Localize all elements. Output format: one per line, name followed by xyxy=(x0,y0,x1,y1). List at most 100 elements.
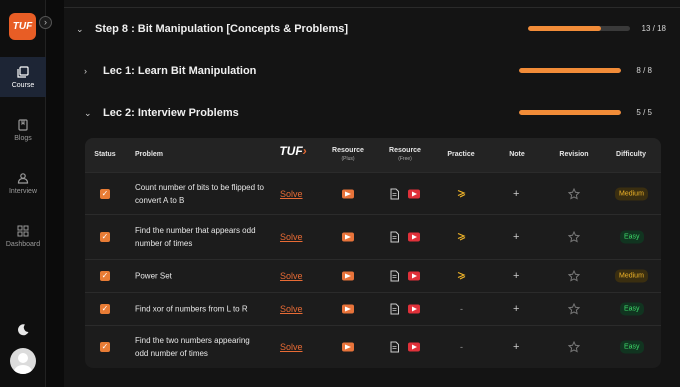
header-resource-plus: Resource (Plus) xyxy=(332,147,364,162)
practice-unavailable: - xyxy=(460,342,463,352)
lecture-progress-count: 8 / 8 xyxy=(636,66,652,75)
codestudio-practice-icon[interactable] xyxy=(457,271,466,282)
problem-name: Find xor of numbers from L to R xyxy=(135,304,248,314)
table-row: ✓ Count number of bits to be flipped to … xyxy=(85,172,661,214)
table-row: ✓ Find xor of numbers from L to R Solve … xyxy=(85,292,661,325)
lecture-title: Lec 1: Learn Bit Manipulation xyxy=(103,65,257,77)
dashboard-grid-icon xyxy=(17,225,29,236)
add-note-button[interactable]: + xyxy=(513,341,519,353)
solve-link[interactable]: Solve xyxy=(280,304,303,314)
sidebar-item-label: Course xyxy=(11,81,35,89)
step-progress-count: 13 / 18 xyxy=(641,24,666,33)
article-doc-icon[interactable] xyxy=(390,270,399,282)
status-checkbox[interactable]: ✓ xyxy=(100,304,110,314)
sidebar-item-label: Interview xyxy=(8,187,37,195)
sidebar-item-label: Blogs xyxy=(14,134,32,142)
tuf-logo[interactable]: TUF xyxy=(9,13,36,40)
tuf-brand-header: TUF› xyxy=(279,144,307,158)
sidebar-item-interview[interactable]: Interview xyxy=(0,163,46,203)
sidebar-item-dashboard[interactable]: Dashboard xyxy=(0,216,46,256)
youtube-icon[interactable] xyxy=(408,232,420,242)
youtube-icon[interactable] xyxy=(408,271,420,281)
table-row: ✓ Power Set Solve + Medium xyxy=(85,259,661,292)
star-revision-icon[interactable] xyxy=(568,270,580,282)
star-revision-icon[interactable] xyxy=(568,231,580,243)
lecture-progress-bar xyxy=(519,110,621,115)
chevron-right-icon: › xyxy=(44,17,47,27)
user-avatar-icon xyxy=(14,353,32,374)
moon-theme-toggle-icon[interactable] xyxy=(16,323,30,337)
main-content: ⌄ Step 8 : Bit Manipulation [Concepts & … xyxy=(64,0,680,387)
sidebar: TUF Course Blogs Interview Dashboard xyxy=(0,0,46,387)
lecture-title: Lec 2: Interview Problems xyxy=(103,107,239,119)
avatar[interactable] xyxy=(10,348,36,374)
book-stack-icon xyxy=(17,65,29,78)
step-header[interactable]: ⌄ Step 8 : Bit Manipulation [Concepts & … xyxy=(76,21,348,37)
solve-link[interactable]: Solve xyxy=(280,232,303,242)
problem-name: Count number of bits to be flipped to co… xyxy=(135,182,264,205)
play-video-plus-icon[interactable] xyxy=(342,304,354,314)
header-status: Status xyxy=(94,151,116,158)
solve-link[interactable]: Solve xyxy=(280,342,303,352)
interview-person-icon xyxy=(17,172,29,184)
lecture-header[interactable]: › Lec 1: Learn Bit Manipulation xyxy=(84,63,256,79)
youtube-icon[interactable] xyxy=(408,304,420,314)
status-checkbox[interactable]: ✓ xyxy=(100,188,110,199)
table-row: ✓ Find the two numbers appearing odd num… xyxy=(85,325,661,368)
article-doc-icon[interactable] xyxy=(390,188,399,199)
step-progress-bar xyxy=(528,26,630,31)
difficulty-badge: Medium xyxy=(615,187,648,200)
status-checkbox[interactable]: ✓ xyxy=(100,232,110,242)
difficulty-badge: Easy xyxy=(620,302,644,316)
header-difficulty: Difficulty xyxy=(616,151,646,158)
chevron-down-icon: ⌄ xyxy=(84,107,92,118)
difficulty-badge: Medium xyxy=(615,269,648,283)
problem-name: Power Set xyxy=(135,271,172,281)
codestudio-practice-icon[interactable] xyxy=(457,232,466,243)
add-note-button[interactable]: + xyxy=(513,270,519,282)
lecture-progress-count: 5 / 5 xyxy=(636,108,652,117)
problem-name: Find the two numbers appearing odd numbe… xyxy=(135,336,250,358)
sidebar-item-label: Dashboard xyxy=(5,240,41,248)
header-revision: Revision xyxy=(559,151,589,158)
problems-table: Status Problem TUF› Resource (Plus) Resou… xyxy=(85,138,661,368)
play-video-plus-icon[interactable] xyxy=(342,232,354,242)
codestudio-practice-icon[interactable] xyxy=(457,188,466,199)
play-video-plus-icon[interactable] xyxy=(342,189,354,198)
solve-link[interactable]: Solve xyxy=(280,271,303,281)
add-note-button[interactable]: + xyxy=(513,303,519,315)
difficulty-badge: Easy xyxy=(620,340,644,354)
status-checkbox[interactable]: ✓ xyxy=(100,342,110,352)
sidebar-item-blogs[interactable]: Blogs xyxy=(0,110,46,150)
bookmark-icon xyxy=(18,118,28,131)
header-practice: Practice xyxy=(447,151,475,158)
gutter xyxy=(46,0,64,387)
article-doc-icon[interactable] xyxy=(390,303,399,315)
table-header: Status Problem TUF› Resource (Plus) Resou… xyxy=(85,138,661,172)
solve-link[interactable]: Solve xyxy=(280,189,303,199)
chevron-right-icon: › xyxy=(84,66,87,76)
youtube-icon[interactable] xyxy=(408,189,420,198)
table-row: ✓ Find the number that appears odd numbe… xyxy=(85,214,661,259)
lecture-header[interactable]: ⌄ Lec 2: Interview Problems xyxy=(84,105,239,121)
header-resource-free: Resource (Free) xyxy=(389,147,421,162)
divider xyxy=(64,7,680,8)
add-note-button[interactable]: + xyxy=(513,188,519,200)
article-doc-icon[interactable] xyxy=(390,341,399,353)
chevron-down-icon: ⌄ xyxy=(76,23,84,34)
article-doc-icon[interactable] xyxy=(390,231,399,243)
header-note: Note xyxy=(509,151,525,158)
star-revision-icon[interactable] xyxy=(568,341,580,353)
add-note-button[interactable]: + xyxy=(513,231,519,243)
star-revision-icon[interactable] xyxy=(568,303,580,315)
header-problem: Problem xyxy=(135,151,164,158)
play-video-plus-icon[interactable] xyxy=(342,342,354,352)
star-revision-icon[interactable] xyxy=(568,187,580,200)
step-title: Step 8 : Bit Manipulation [Concepts & Pr… xyxy=(95,23,349,35)
status-checkbox[interactable]: ✓ xyxy=(100,271,110,281)
youtube-icon[interactable] xyxy=(408,342,420,352)
sidebar-item-course[interactable]: Course xyxy=(0,57,46,97)
play-video-plus-icon[interactable] xyxy=(342,271,354,281)
practice-unavailable: - xyxy=(460,304,463,314)
collapse-sidebar-button[interactable]: › xyxy=(39,16,52,29)
